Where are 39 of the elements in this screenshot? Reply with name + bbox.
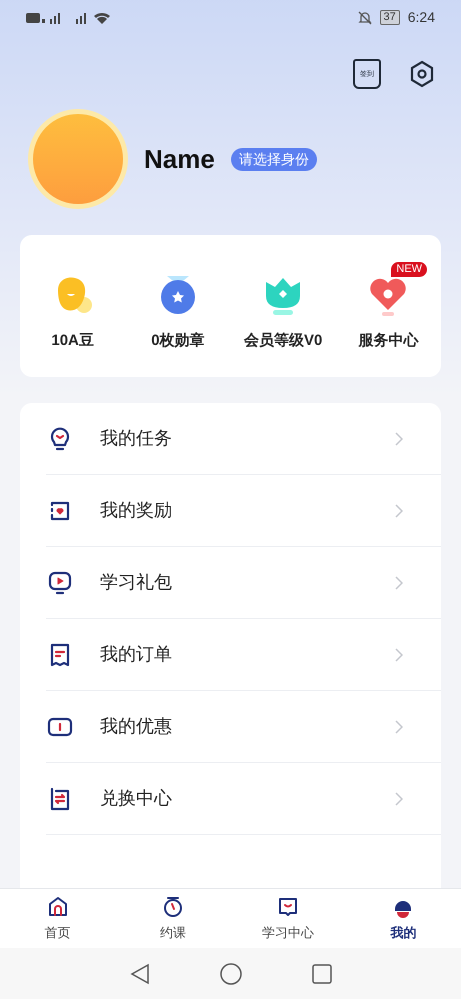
menu-row[interactable]: 我的任务 (46, 403, 441, 475)
stat-label: 0枚勋章 (151, 330, 205, 351)
chevron-right-icon (395, 720, 403, 734)
tab-item[interactable]: 学习中心 (230, 894, 346, 942)
menu-label: 我的订单 (100, 643, 173, 666)
menu-row[interactable]: 我的奖励 (46, 475, 441, 547)
menu-label: 我的优惠 (100, 715, 173, 738)
menu-label: 我的任务 (100, 427, 173, 450)
status-time: 6:24 (408, 8, 435, 27)
recents-icon[interactable] (312, 964, 332, 984)
chevron-right-icon (395, 504, 403, 518)
stat-label: 会员等级V0 (244, 330, 322, 351)
chevron-right-icon (395, 792, 403, 806)
identity-badge[interactable]: 请选择身份 (230, 148, 317, 170)
stat-item[interactable]: 会员等级V0 (230, 260, 336, 352)
bell-off-icon (358, 10, 372, 24)
stat-item[interactable]: 0枚勋章 (125, 260, 230, 352)
user-name: Name (144, 142, 215, 176)
back-icon[interactable] (130, 962, 150, 984)
menu-row[interactable]: 我的优惠 (46, 691, 441, 763)
menu-row[interactable]: 兑换中心 (46, 763, 441, 835)
battery-level: 37 (380, 10, 400, 25)
chevron-right-icon (395, 576, 403, 590)
menu-label: 我的奖励 (100, 499, 173, 522)
chevron-right-icon (395, 432, 403, 446)
tab-item[interactable]: 首页 (0, 894, 116, 942)
menu-row[interactable]: 学习礼包 (46, 547, 441, 619)
stat-item[interactable]: NEW 服务中心 (336, 260, 441, 352)
tab-item[interactable]: 我的 (346, 894, 461, 942)
menu-label: 兑换中心 (100, 787, 173, 810)
menu-label: 学习礼包 (100, 571, 173, 594)
menu-row[interactable]: 我的订单 (46, 619, 441, 691)
home-circle-icon[interactable] (220, 962, 242, 984)
stat-item[interactable]: 10A豆 (20, 260, 126, 352)
tab-item[interactable]: 约课 (115, 894, 230, 942)
stat-label: 10A豆 (51, 330, 94, 351)
chevron-right-icon (395, 648, 403, 662)
stat-label: 服务中心 (358, 330, 418, 351)
new-badge: NEW (391, 262, 428, 277)
